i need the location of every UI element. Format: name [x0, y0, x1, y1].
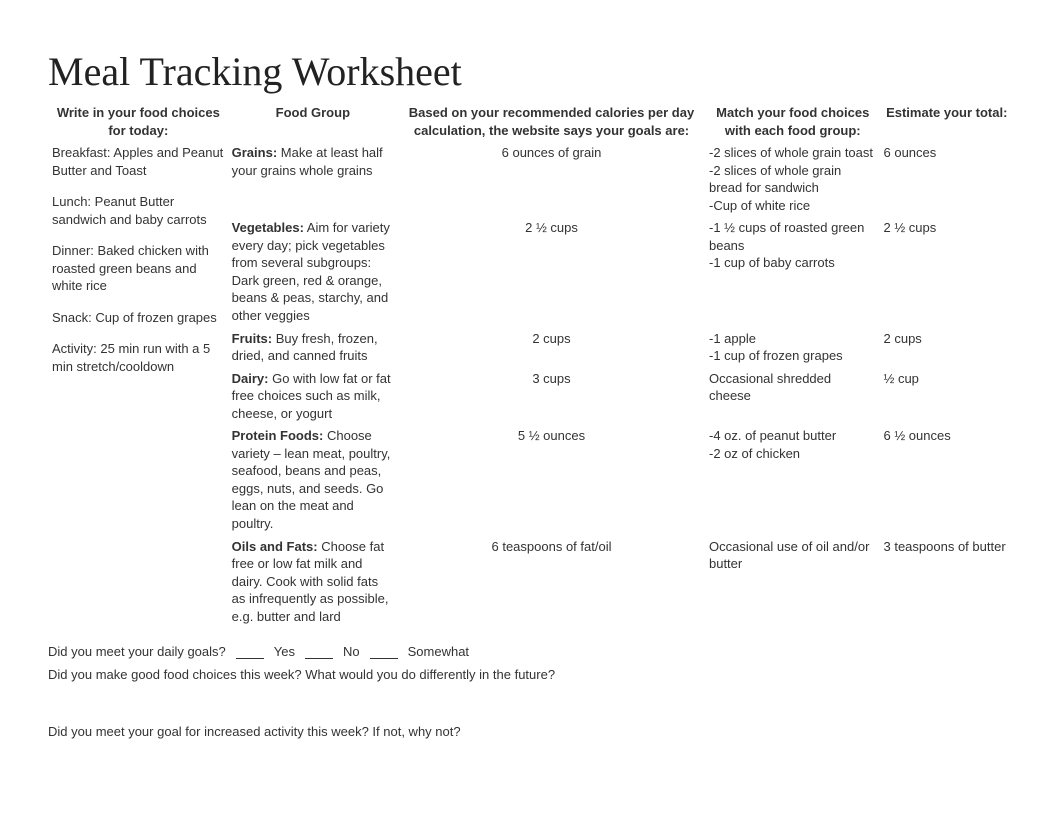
breakfast-entry: Breakfast: Apples and Peanut Butter and …: [52, 144, 225, 179]
opt-somewhat: Somewhat: [408, 644, 469, 659]
blank-no[interactable]: [305, 644, 333, 659]
page-title: Meal Tracking Worksheet: [48, 48, 1014, 95]
goal-cell: 2 cups: [398, 327, 706, 367]
blank-somewhat[interactable]: [370, 644, 398, 659]
goal-cell: 3 cups: [398, 367, 706, 425]
match-cell: Occasional use of oil and/or butter: [705, 535, 880, 628]
table-row: Breakfast: Apples and Peanut Butter and …: [49, 142, 1014, 217]
met-goals-line: Did you meet your daily goals? Yes No So…: [48, 644, 1014, 659]
meal-tracking-table: Write in your food choices for today: Fo…: [48, 101, 1014, 628]
goal-cell: 6 ounces of grain: [398, 142, 706, 217]
total-cell: 2 cups: [880, 327, 1014, 367]
snack-entry: Snack: Cup of frozen grapes: [52, 309, 225, 327]
total-cell: 6 ounces: [880, 142, 1014, 217]
food-group-cell: Vegetables: Aim for variety every day; p…: [228, 217, 397, 327]
total-cell: 2 ½ cups: [880, 217, 1014, 327]
col-header-match: Match your food choices with each food g…: [705, 102, 880, 142]
food-choices-cell: Breakfast: Apples and Peanut Butter and …: [49, 142, 229, 628]
food-group-cell: Fruits: Buy fresh, frozen, dried, and ca…: [228, 327, 397, 367]
opt-no: No: [343, 644, 360, 659]
match-cell: -4 oz. of peanut butter -2 oz of chicken: [705, 425, 880, 535]
met-goals-question: Did you meet your daily goals?: [48, 644, 226, 659]
match-cell: -2 slices of whole grain toast -2 slices…: [705, 142, 880, 217]
goal-cell: 2 ½ cups: [398, 217, 706, 327]
lunch-entry: Lunch: Peanut Butter sandwich and baby c…: [52, 193, 225, 228]
food-group-cell: Oils and Fats: Choose fat free or low fa…: [228, 535, 397, 628]
food-group-cell: Grains: Make at least half your grains w…: [228, 142, 397, 217]
group-label: Protein Foods:: [232, 428, 324, 443]
col-header-total: Estimate your total:: [880, 102, 1014, 142]
group-desc: Choose variety – lean meat, poultry, sea…: [232, 428, 391, 531]
match-cell: Occasional shredded cheese: [705, 367, 880, 425]
total-cell: 3 teaspoons of butter: [880, 535, 1014, 628]
total-cell: 6 ½ ounces: [880, 425, 1014, 535]
opt-yes: Yes: [274, 644, 295, 659]
food-group-cell: Dairy: Go with low fat or fat free choic…: [228, 367, 397, 425]
goal-cell: 6 teaspoons of fat/oil: [398, 535, 706, 628]
group-label: Oils and Fats:: [232, 539, 318, 554]
col-header-choices: Write in your food choices for today:: [49, 102, 229, 142]
blank-yes[interactable]: [236, 644, 264, 659]
group-label: Fruits:: [232, 331, 272, 346]
food-group-cell: Protein Foods: Choose variety – lean mea…: [228, 425, 397, 535]
group-label: Vegetables:: [232, 220, 304, 235]
match-cell: -1 ½ cups of roasted green beans -1 cup …: [705, 217, 880, 327]
match-cell: -1 apple -1 cup of frozen grapes: [705, 327, 880, 367]
dinner-entry: Dinner: Baked chicken with roasted green…: [52, 242, 225, 295]
group-desc: Aim for variety every day; pick vegetabl…: [232, 220, 390, 323]
goal-cell: 5 ½ ounces: [398, 425, 706, 535]
col-header-group: Food Group: [228, 102, 397, 142]
activity-entry: Activity: 25 min run with a 5 min stretc…: [52, 340, 225, 375]
group-label: Grains:: [232, 145, 278, 160]
total-cell: ½ cup: [880, 367, 1014, 425]
diet-question: Did you make good food choices this week…: [48, 667, 1014, 682]
group-label: Dairy:: [232, 371, 269, 386]
col-header-goals: Based on your recommended calories per d…: [398, 102, 706, 142]
activity-question: Did you meet your goal for increased act…: [48, 724, 1014, 739]
